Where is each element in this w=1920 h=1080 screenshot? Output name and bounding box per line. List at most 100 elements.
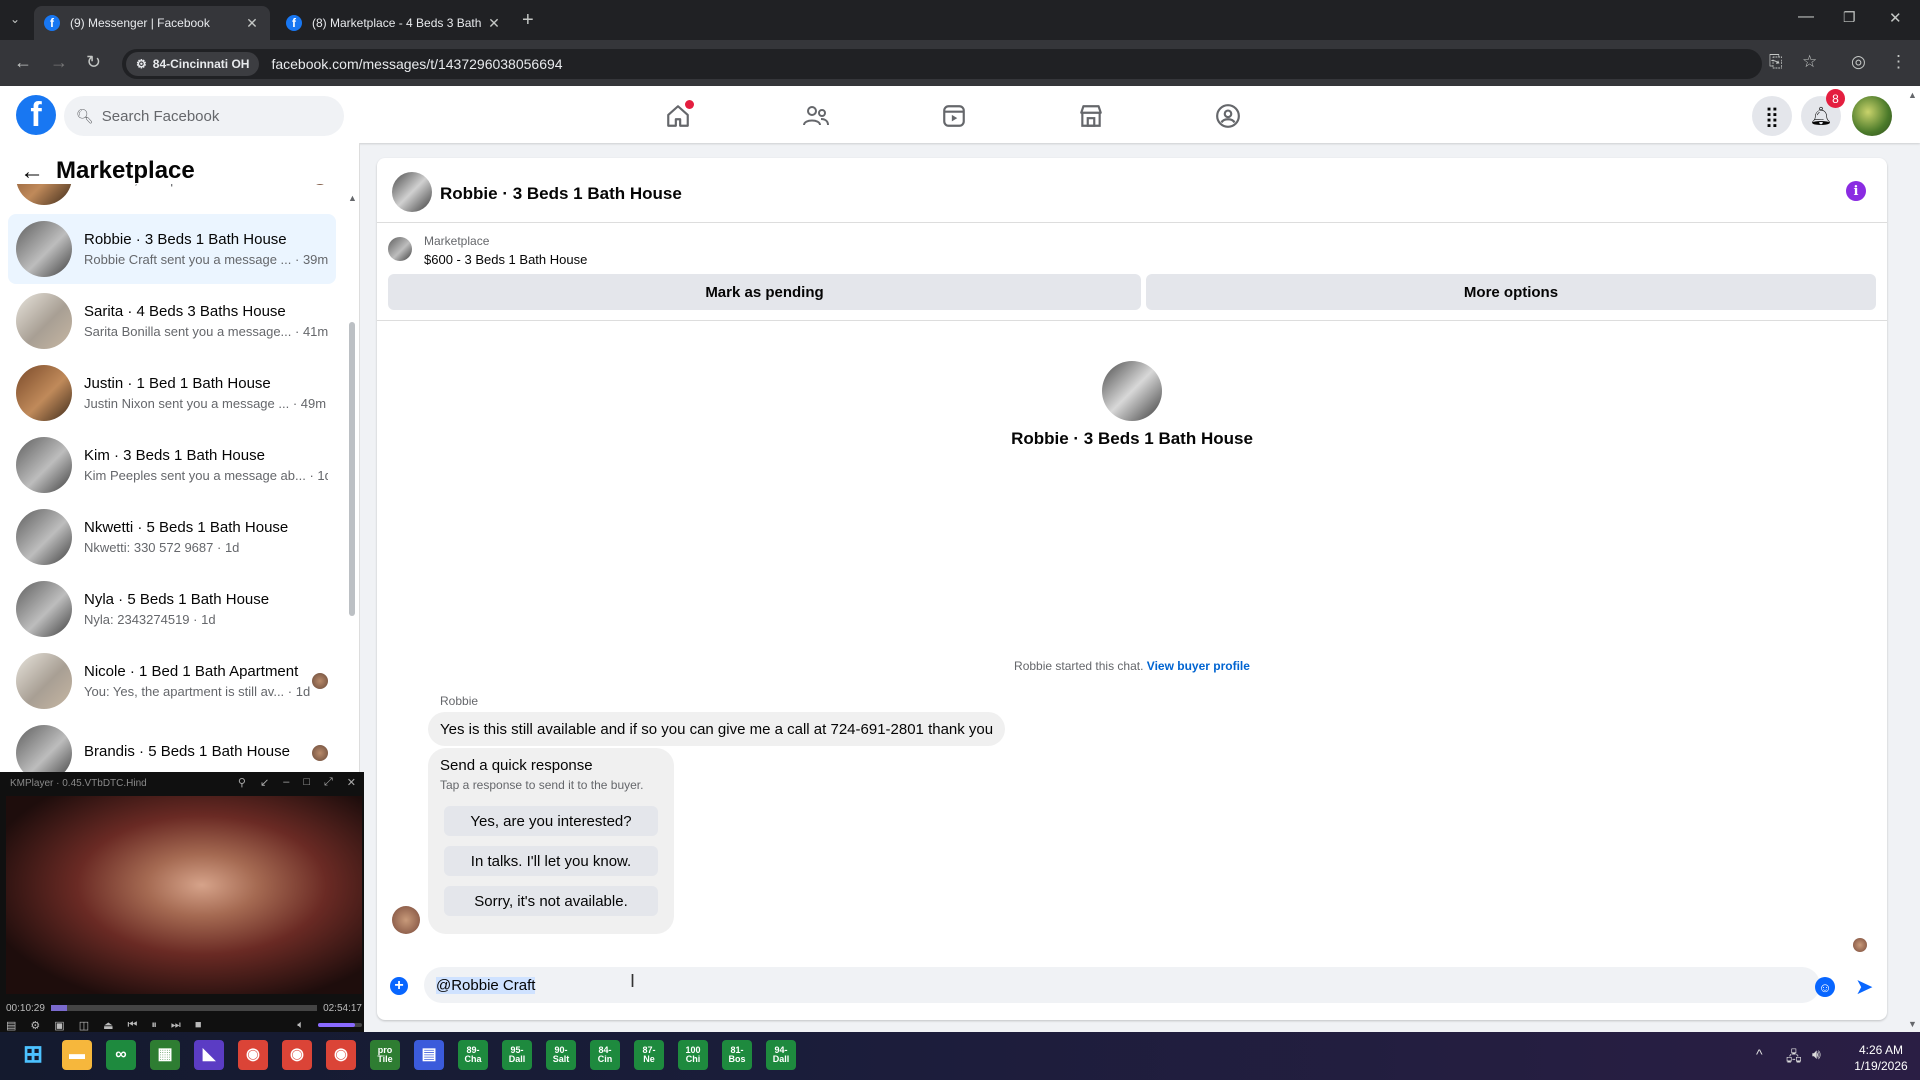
listing-thumbnail[interactable] — [388, 237, 412, 261]
taskbar-chrome-profile-icon[interactable]: 100 Chi — [678, 1040, 708, 1070]
minimize-icon[interactable]: — — [1798, 8, 1814, 26]
taskbar-visual-studio-icon[interactable]: ◣ — [194, 1040, 224, 1070]
taskbar-chrome-profile-icon[interactable]: 81- Bos — [722, 1040, 752, 1070]
taskbar-chrome-profile-icon[interactable]: 94- Dall — [766, 1040, 796, 1070]
taskbar-spreadsheet-icon[interactable]: ▦ — [150, 1040, 180, 1070]
tab-search-icon[interactable]: ⌄ — [10, 12, 20, 26]
taskbar-chrome-icon[interactable]: ◉ — [326, 1040, 356, 1070]
system-clock[interactable]: 4:26 AM 1/19/2026 — [1846, 1042, 1916, 1074]
menu-grid-button[interactable]: ⣿ — [1752, 96, 1792, 136]
tab-messenger[interactable]: f (9) Messenger | Facebook ✕ — [34, 6, 270, 40]
volume-icon[interactable]: 🔈︎ — [297, 1019, 304, 1032]
network-icon[interactable]: 🖧︎ — [1786, 1046, 1802, 1070]
conversation-item[interactable]: Nyla · 5 Beds 1 Bath House Nyla: 23432745… — [8, 574, 336, 644]
conversation-item[interactable]: You: Yes, the apartment is still ... · 3… — [8, 184, 336, 212]
taskbar-chrome-icon[interactable]: ◉ — [282, 1040, 312, 1070]
conversation-item[interactable]: Justin · 1 Bed 1 Bath House Justin Nixon … — [8, 358, 336, 428]
account-avatar[interactable] — [1852, 96, 1892, 136]
quick-response-yes-button[interactable]: Yes, are you interested? — [444, 806, 658, 836]
taskbar-chrome-profile-icon[interactable]: 89- Cha — [458, 1040, 488, 1070]
reload-icon[interactable]: ↻ — [86, 52, 101, 73]
taskbar-file-explorer-icon[interactable]: ▬ — [62, 1040, 92, 1070]
video-frame[interactable] — [6, 796, 362, 994]
conversation-item[interactable]: Robbie · 3 Beds 1 Bath House Robbie Craft… — [8, 214, 336, 284]
taskbar-pro-tile-icon[interactable]: pro Tile — [370, 1040, 400, 1070]
restore-icon[interactable]: ❐ — [1843, 9, 1856, 26]
taskbar-calculator-icon[interactable]: ▤ — [414, 1040, 444, 1070]
message-bubble[interactable]: Yes is this still available and if so yo… — [428, 712, 1006, 746]
quick-response-talks-button[interactable]: In talks. I'll let you know. — [444, 846, 658, 876]
sidebar-scrollbar[interactable] — [349, 322, 355, 616]
page-scroll-down-icon[interactable]: ▼ — [1908, 1019, 1917, 1029]
seek-slider[interactable] — [50, 1005, 318, 1011]
page-scroll-up-icon[interactable]: ▲ — [1908, 90, 1917, 100]
taskbar-chrome-icon[interactable]: ◉ — [238, 1040, 268, 1070]
send-icon[interactable]: ➤ — [1855, 974, 1873, 1000]
chat-title[interactable]: Robbie · 3 Beds 1 Bath House — [440, 184, 682, 204]
listing-title[interactable]: $600 - 3 Beds 1 Bath House — [424, 252, 587, 267]
close-tab-icon[interactable]: ✕ — [486, 15, 502, 32]
maximize-icon[interactable]: □ — [303, 776, 310, 789]
more-options-button[interactable]: More options — [1146, 274, 1876, 310]
volume-tray-icon[interactable]: 🔊︎ — [1812, 1046, 1821, 1063]
conversation-item[interactable]: Kim · 3 Beds 1 Bath House Kim Peeples sen… — [8, 430, 336, 500]
next-icon[interactable]: ⏭ — [171, 1019, 181, 1032]
close-icon[interactable]: ✕ — [347, 776, 356, 789]
conversation-item[interactable]: Nicole · 1 Bed 1 Bath Apartment You: Yes,… — [8, 646, 336, 716]
conversation-item[interactable]: Nkwetti · 5 Beds 1 Bath House Nkwetti: 33… — [8, 502, 336, 572]
vr-icon[interactable]: ◫ — [79, 1019, 89, 1032]
close-window-icon[interactable]: ✕ — [1889, 9, 1902, 27]
tray-chevron-icon[interactable]: ^ — [1756, 1046, 1763, 1062]
new-tab-icon[interactable]: + — [522, 9, 534, 32]
profile-icon[interactable]: ◎ — [1851, 52, 1866, 72]
view-buyer-profile-link[interactable]: View buyer profile — [1147, 659, 1250, 673]
info-icon[interactable]: i — [1846, 181, 1866, 201]
site-info-chip[interactable]: ⚙ 84-Cincinnati OH — [126, 52, 260, 76]
chat-header-avatar[interactable] — [392, 172, 432, 212]
sender-avatar[interactable] — [392, 906, 420, 934]
quick-response-unavailable-button[interactable]: Sorry, it's not available. — [444, 886, 658, 916]
marketplace-icon[interactable] — [1076, 101, 1106, 131]
taskbar-app-icon[interactable]: ∞ — [106, 1040, 136, 1070]
stop-icon[interactable]: ■ — [195, 1019, 202, 1031]
pause-icon[interactable]: ⏸ — [151, 1019, 157, 1032]
facebook-favicon-icon: f — [44, 15, 60, 31]
eject-icon[interactable]: ⏏ — [103, 1019, 113, 1032]
compact-icon[interactable]: ↙ — [260, 776, 269, 789]
back-icon[interactable]: ← — [14, 52, 32, 73]
video-icon[interactable] — [939, 101, 969, 131]
previous-icon[interactable]: ⏮ — [128, 1019, 138, 1032]
volume-slider[interactable] — [318, 1023, 362, 1027]
taskbar-chrome-profile-icon[interactable]: 90- Salt — [546, 1040, 576, 1070]
settings-icon[interactable]: ⚙ — [30, 1019, 40, 1032]
groups-icon[interactable] — [1213, 101, 1243, 131]
taskbar-chrome-profile-icon[interactable]: 84- Cin — [590, 1040, 620, 1070]
taskbar-chrome-profile-icon[interactable]: 87- Ne — [634, 1040, 664, 1070]
pin-icon[interactable]: ⚲ — [238, 776, 246, 789]
forward-icon[interactable]: → — [50, 52, 68, 73]
taskbar-start-icon[interactable]: ⊞ — [18, 1040, 48, 1070]
mark-as-pending-button[interactable]: Mark as pending — [388, 274, 1141, 310]
address-bar[interactable]: ⚙ 84-Cincinnati OH facebook.com/messages/… — [122, 49, 1762, 79]
tab-marketplace[interactable]: f (8) Marketplace - 4 Beds 3 Bath ✕ — [276, 6, 512, 40]
conversation-item[interactable]: Sarita · 4 Beds 3 Baths House Sarita Boni… — [8, 286, 336, 356]
conversation-avatar[interactable] — [1102, 361, 1162, 421]
add-attachment-icon[interactable]: + — [390, 977, 408, 995]
menu-kebab-icon[interactable]: ⋮ — [1890, 52, 1907, 72]
capture-icon[interactable]: ▣ — [54, 1019, 64, 1032]
fullscreen-icon[interactable]: ⤢ — [324, 776, 333, 789]
close-tab-icon[interactable]: ✕ — [244, 15, 260, 32]
quick-response-title: Send a quick response — [440, 757, 593, 774]
friends-icon[interactable] — [801, 101, 831, 131]
taskbar-chrome-profile-icon[interactable]: 95- Dall — [502, 1040, 532, 1070]
emoji-icon[interactable]: ☺ — [1815, 977, 1835, 997]
playlist-icon[interactable]: ▤ — [6, 1019, 16, 1032]
minimize-icon[interactable]: – — [283, 776, 289, 789]
install-app-icon[interactable]: ⎘ — [1769, 52, 1783, 72]
scroll-up-icon[interactable]: ▲ — [348, 193, 357, 203]
bookmark-star-icon[interactable]: ☆ — [1802, 52, 1817, 72]
facebook-logo-icon[interactable]: f — [16, 95, 56, 135]
back-arrow-icon[interactable]: ← — [20, 158, 44, 186]
conversation-item[interactable]: Brandis · 5 Beds 1 Bath House — [8, 718, 336, 774]
search-facebook-input[interactable]: 🔍︎ Search Facebook — [64, 96, 344, 136]
